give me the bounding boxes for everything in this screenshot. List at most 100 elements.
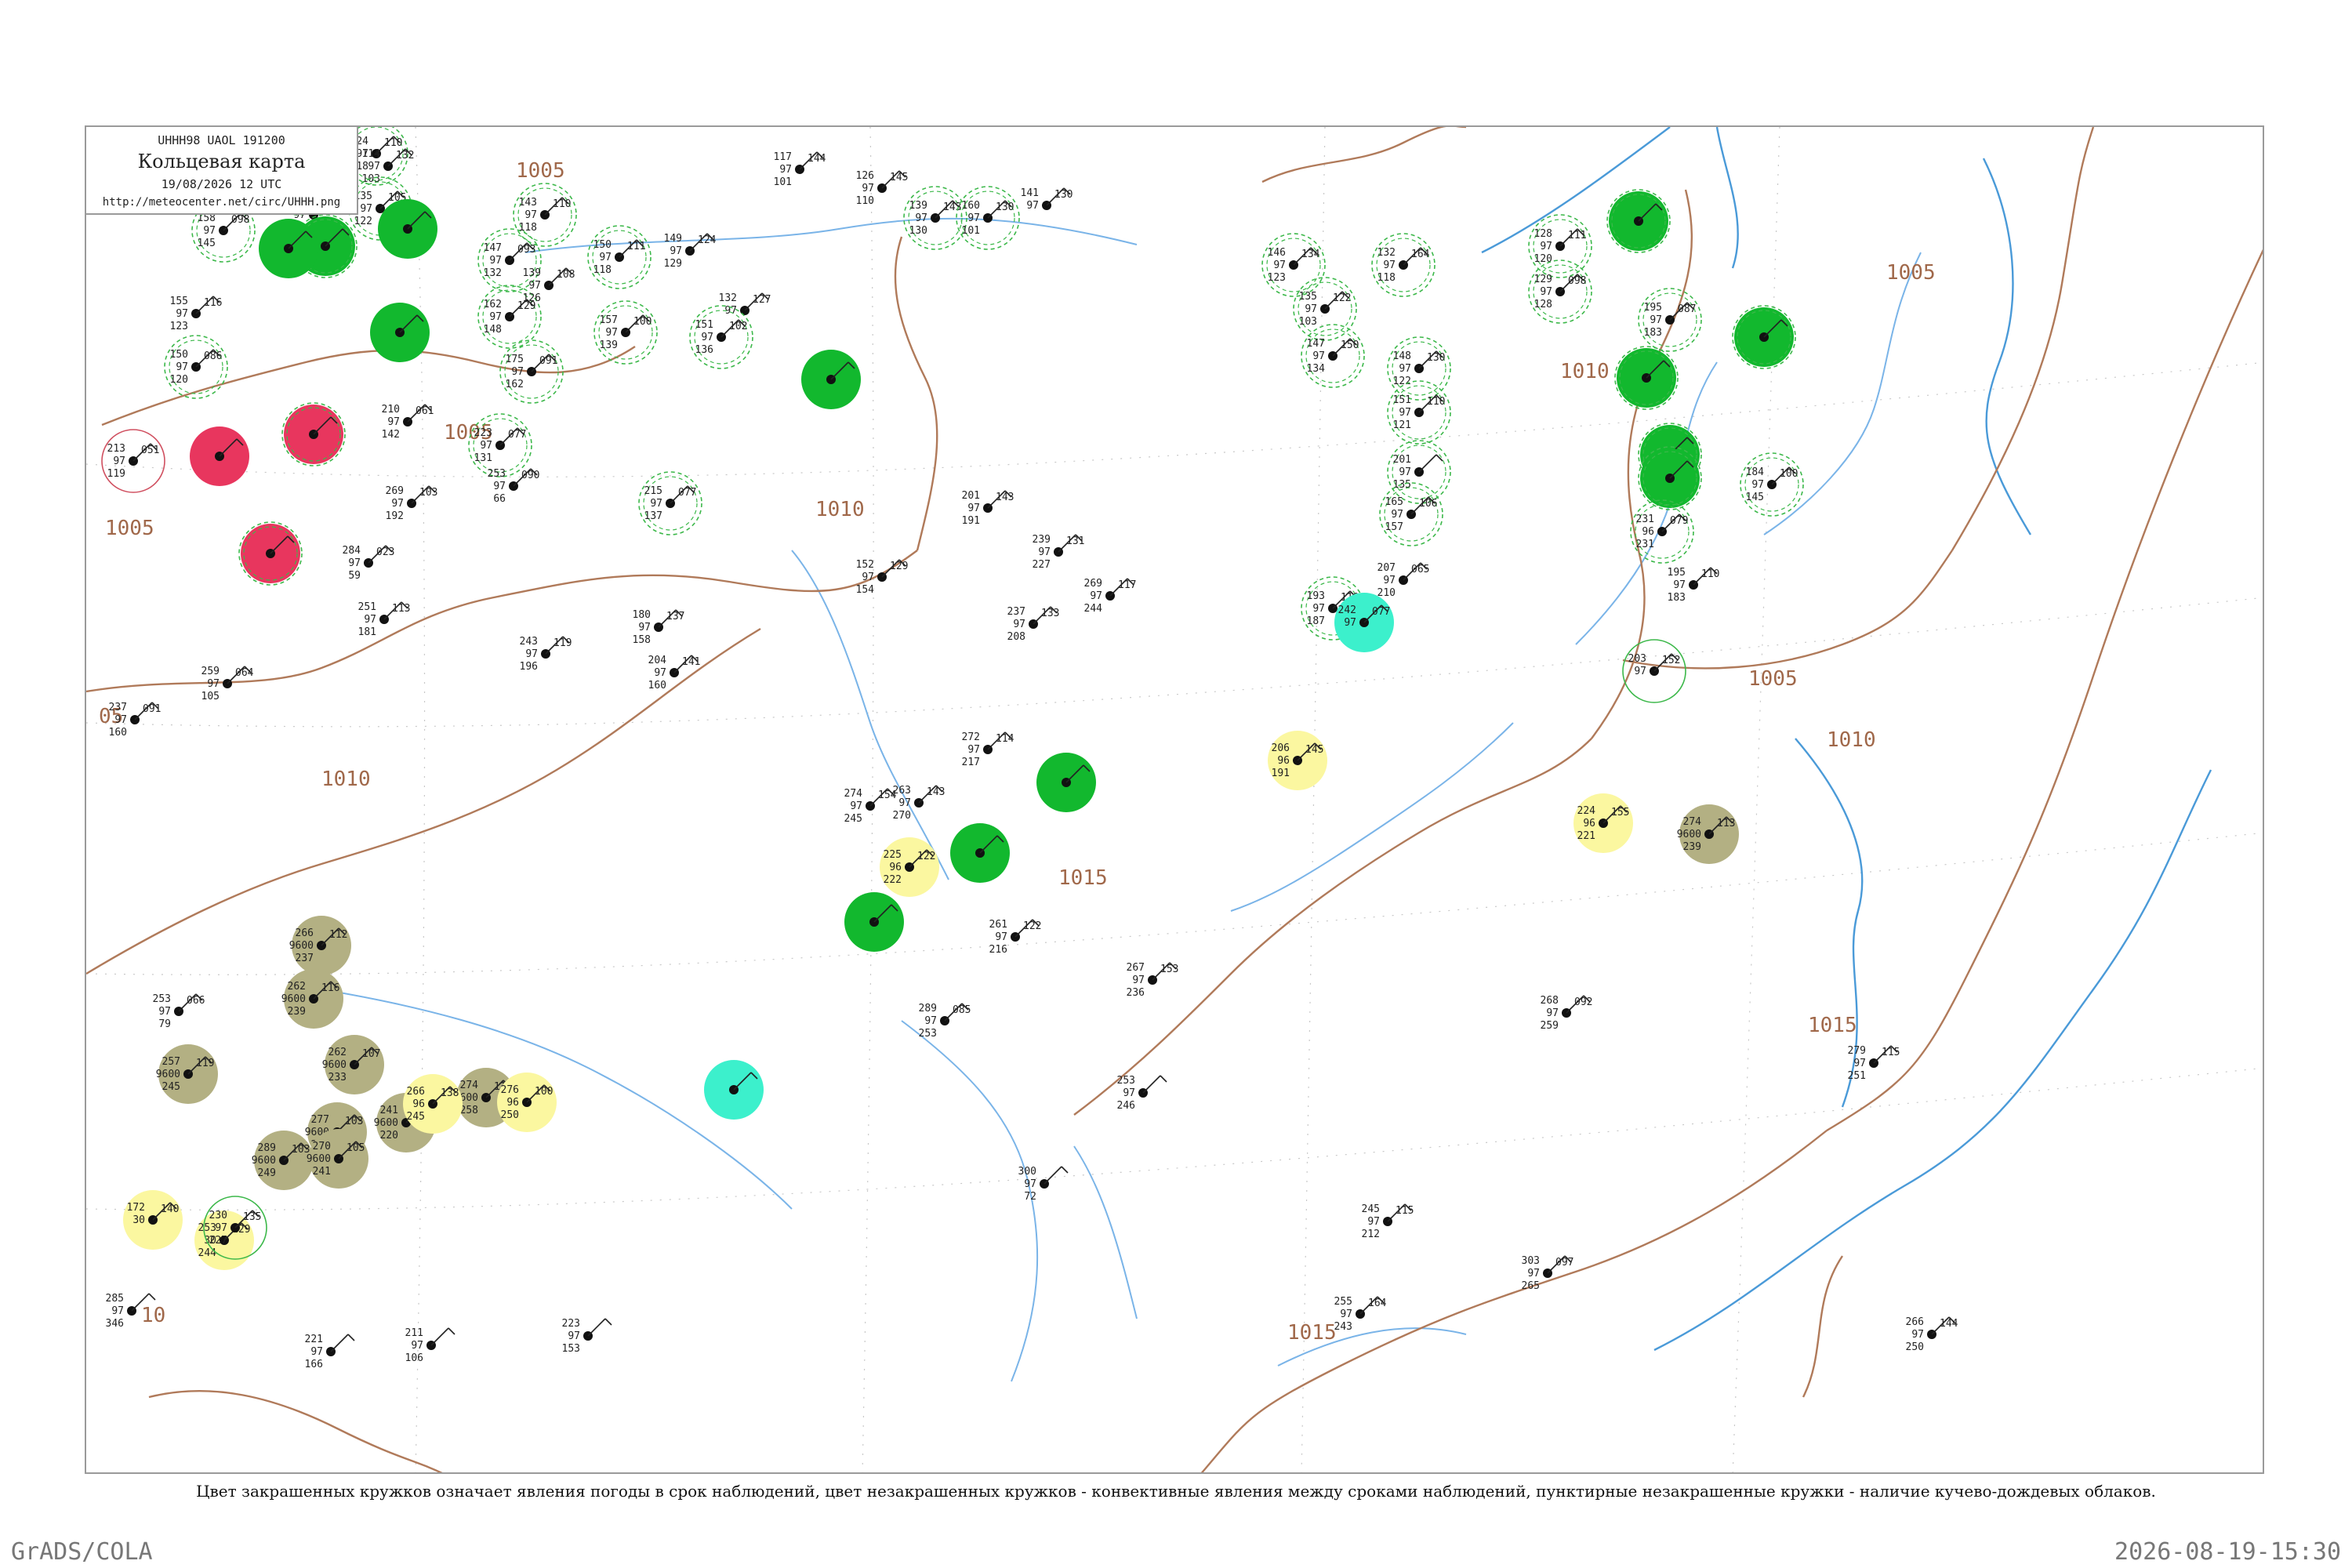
- station-mid: 97: [670, 245, 682, 257]
- station-top: 160: [962, 200, 980, 212]
- station-top: 141: [1021, 187, 1039, 199]
- station-r: 145: [1305, 744, 1323, 756]
- station-mid: 97: [995, 931, 1007, 943]
- station-top: 150: [170, 349, 188, 361]
- station-plot: 20797210065: [1377, 562, 1430, 599]
- station-r: 143: [996, 492, 1014, 503]
- station-top: 303: [1522, 1255, 1540, 1267]
- station-plot: 25997105 064: [201, 666, 254, 702]
- station-plot: 20397 152: [1622, 639, 1686, 703]
- station-top: 253: [488, 468, 506, 480]
- station-mid: 9600: [374, 1117, 398, 1129]
- station-top: 215: [644, 485, 662, 497]
- station-mid: 97: [368, 161, 380, 172]
- station-top: 146: [1268, 247, 1286, 259]
- station-mid: 97: [176, 361, 188, 373]
- station-mid: 96: [412, 1098, 425, 1110]
- station-r: 086: [204, 350, 222, 362]
- station-mid: 97: [489, 255, 502, 267]
- station-top: 223: [474, 427, 492, 439]
- station-mid: 97: [1650, 314, 1662, 326]
- station-bot: 259: [1541, 1020, 1559, 1032]
- station-r: 127: [753, 294, 771, 306]
- station-r: 093: [517, 244, 535, 256]
- station-bot: 253: [919, 1028, 937, 1040]
- station-plot: [1638, 446, 1702, 510]
- station-plot: 2749600239 113: [1677, 804, 1739, 864]
- station-plot: 14797134 150: [1301, 324, 1365, 388]
- station-plot: 28997253 085: [919, 1003, 971, 1040]
- station-bot: 66: [493, 493, 506, 505]
- station-mid: 97: [1527, 1268, 1540, 1279]
- station-top: 277: [311, 1114, 329, 1126]
- station-bot: 148: [484, 324, 502, 336]
- station-bot: 231: [1636, 539, 1654, 550]
- station-mid: 97: [638, 622, 651, 633]
- station-r: 137: [666, 611, 684, 622]
- station-plot: 13297127: [719, 292, 771, 317]
- station-r: 097: [1555, 1257, 1573, 1269]
- station-mid: 9600: [252, 1155, 276, 1167]
- station-bot: 196: [520, 661, 538, 673]
- station-mid: 97: [215, 1222, 227, 1234]
- station-mid: 97: [1340, 1308, 1352, 1320]
- station-plot: 12897120 111: [1528, 214, 1592, 278]
- station-plot: 2629600233 107: [322, 1035, 384, 1094]
- station-r: 111: [1568, 230, 1586, 241]
- station-top: 266: [407, 1086, 425, 1098]
- wind-barb: [587, 1318, 606, 1337]
- station-top: 221: [305, 1334, 323, 1345]
- station-plot: [238, 521, 303, 586]
- station-r: 079: [1670, 515, 1688, 527]
- station-top: 231: [1636, 514, 1654, 525]
- map-header: UHHH98 UAOL 191200 Кольцевая карта 19/08…: [86, 127, 358, 215]
- station-plot: 15197121 110: [1387, 380, 1451, 445]
- station-r: 085: [953, 1004, 971, 1016]
- station-mid: 96: [1583, 818, 1595, 829]
- station-bot: 79: [158, 1018, 171, 1030]
- station-r: 115: [1882, 1047, 1900, 1058]
- station-r: 119: [196, 1058, 214, 1069]
- station-bot: 265: [1522, 1280, 1540, 1292]
- station-mid: 9600: [156, 1069, 180, 1080]
- station-mid: 97: [850, 800, 862, 812]
- isobar-label: 1015: [1287, 1321, 1337, 1345]
- station-r: 077: [678, 487, 696, 499]
- station-plot: [1732, 305, 1796, 369]
- station-mid: 97: [568, 1330, 580, 1342]
- station-top: 148: [1393, 350, 1411, 362]
- station-mid: 97: [528, 280, 541, 292]
- station-r: 143: [927, 786, 945, 798]
- station-top: 241: [380, 1105, 398, 1116]
- station-mid: 97: [1540, 286, 1552, 298]
- station-bot: 243: [1334, 1321, 1352, 1333]
- station-r: 116: [204, 297, 222, 309]
- station-top: 259: [201, 666, 220, 677]
- station-r: 145: [890, 172, 908, 183]
- station-top: 242: [1338, 604, 1356, 616]
- station-top: 129: [1534, 274, 1552, 285]
- station-plot: 21097142 061: [382, 404, 434, 441]
- station-mid: 97: [1911, 1329, 1924, 1341]
- station-top: 172: [127, 1202, 145, 1214]
- station-top: 152: [856, 559, 874, 571]
- station-r: 122: [1023, 920, 1041, 932]
- station-top: 165: [1385, 496, 1403, 508]
- station-mid: 97: [387, 416, 400, 428]
- station-mid: 97: [310, 1346, 323, 1358]
- station-r: 115: [1396, 1205, 1414, 1217]
- station-bot: 121: [1393, 419, 1411, 431]
- station-bot: 191: [962, 515, 980, 527]
- station-mid: 9600: [289, 940, 314, 952]
- station-mid: 97: [1751, 479, 1764, 491]
- station-top: 269: [386, 485, 404, 497]
- station-mid: 97: [493, 481, 506, 492]
- station-bot: 119: [107, 468, 125, 480]
- station-mid: 9600: [281, 993, 306, 1005]
- station-bot: 237: [296, 953, 314, 964]
- station-r: 133: [1041, 608, 1059, 619]
- isobar-label: 1010: [1560, 360, 1610, 383]
- station-bot: 153: [562, 1343, 580, 1355]
- isobar-label: 1005: [105, 517, 154, 540]
- station-mid: 97: [348, 557, 361, 569]
